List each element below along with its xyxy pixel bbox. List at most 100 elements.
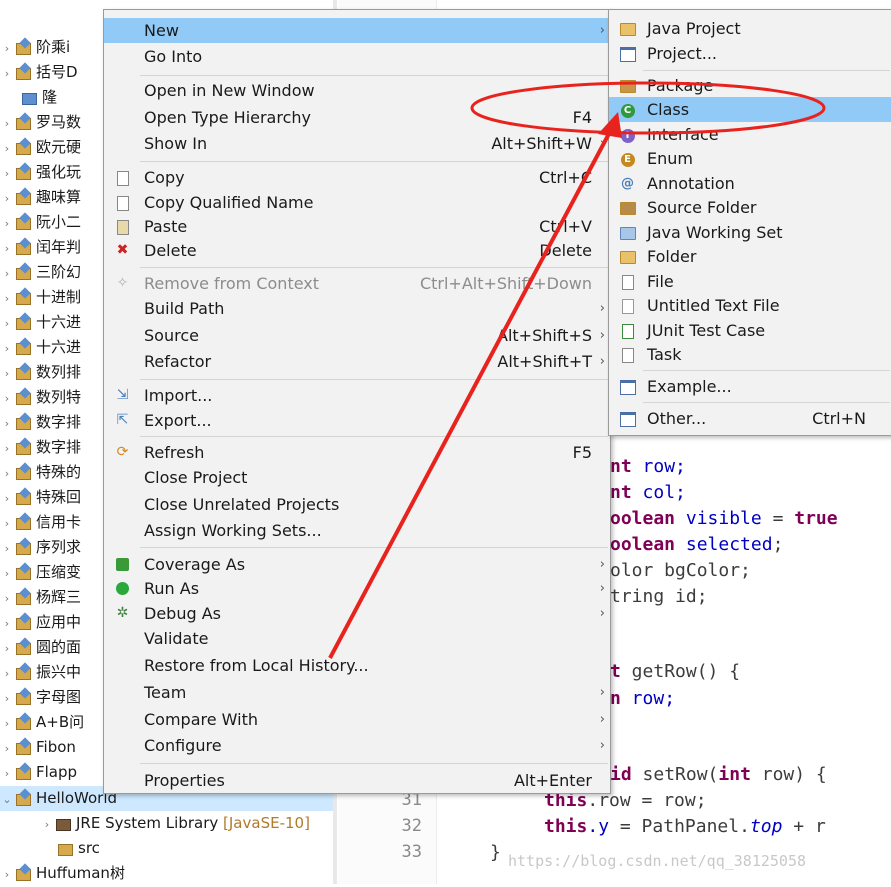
tree-row-project[interactable]: › 强化玩 [0,160,81,185]
expand-arrow-icon[interactable]: › [0,461,14,486]
expand-arrow-icon[interactable]: › [0,161,14,186]
tree-row-project[interactable]: › 括号D [0,60,78,85]
menu-item-debug-as[interactable]: ✲ Debug As › [104,601,610,626]
expand-arrow-icon[interactable]: › [0,511,14,536]
expand-arrow-icon[interactable]: › [0,61,14,86]
tree-row-project[interactable]: › 罗马数 [0,110,81,135]
tree-row-project[interactable]: › 趣味算 [0,185,81,210]
expand-arrow-icon[interactable]: › [0,636,14,661]
submenu-item-class[interactable]: C Class [609,97,891,122]
menu-item-validate[interactable]: Validate [104,626,610,651]
menu-item-copy-qualified-name[interactable]: Copy Qualified Name [104,190,610,215]
tree-row-project[interactable]: › 特殊的 [0,460,81,485]
submenu-item-folder[interactable]: Folder [609,244,891,269]
expand-arrow-icon[interactable]: › [0,411,14,436]
expand-arrow-icon[interactable]: › [0,686,14,711]
submenu-item-example[interactable]: Example... [609,374,891,399]
expand-arrow-icon[interactable]: › [0,661,14,686]
menu-item-refresh[interactable]: ⟳ Refresh F5 [104,440,610,465]
tree-row-project[interactable]: › 圆的面 [0,635,81,660]
tree-row-project[interactable]: › 序列求 [0,535,81,560]
tree-row-folder[interactable]: 隆 [20,85,57,110]
menu-item-assign-working-sets[interactable]: Assign Working Sets... [104,518,610,543]
submenu-item-untitled-text-file[interactable]: Untitled Text File [609,293,891,318]
menu-item-export[interactable]: ⇱ Export... [104,408,610,433]
expand-arrow-icon[interactable]: › [0,862,14,887]
submenu-item-java-working-set[interactable]: Java Working Set [609,220,891,245]
menu-item-copy[interactable]: Copy Ctrl+C [104,165,610,190]
tree-row-project[interactable]: › 字母图 [0,685,81,710]
collapse-arrow-icon[interactable]: ⌄ [0,787,14,812]
tree-row-src[interactable]: src [56,836,100,861]
tree-row-project[interactable]: › 闰年判 [0,235,81,260]
expand-arrow-icon[interactable]: › [0,711,14,736]
tree-row-project[interactable]: › 十六进 [0,310,81,335]
tree-row-project[interactable]: › 欧元硬 [0,135,81,160]
menu-item-configure[interactable]: Configure › [104,733,610,758]
submenu-item-task[interactable]: Task [609,342,891,367]
tree-row-project[interactable]: › 数字排 [0,410,81,435]
tree-row-project[interactable]: › Huffuman树 [0,861,125,886]
expand-arrow-icon[interactable]: › [0,36,14,61]
menu-item-show-in[interactable]: Show In Alt+Shift+W › [104,131,610,156]
menu-item-import[interactable]: ⇲ Import... [104,383,610,408]
expand-arrow-icon[interactable]: › [0,386,14,411]
menu-item-new[interactable]: New › [104,18,610,43]
menu-item-close-unrelated-projects[interactable]: Close Unrelated Projects [104,492,610,517]
tree-row-project[interactable]: › 应用中 [0,610,81,635]
expand-arrow-icon[interactable]: › [0,186,14,211]
menu-item-restore-from-local-history[interactable]: Restore from Local History... [104,653,610,678]
tree-row-project[interactable]: › 十六进 [0,335,81,360]
expand-arrow-icon[interactable]: › [0,436,14,461]
menu-item-go-into[interactable]: Go Into [104,44,610,69]
submenu-item-annotation[interactable]: @ Annotation [609,171,891,196]
tree-row-project[interactable]: › Fibon [0,735,76,760]
expand-arrow-icon[interactable]: › [0,361,14,386]
expand-arrow-icon[interactable]: › [0,761,14,786]
expand-arrow-icon[interactable]: › [0,311,14,336]
submenu-item-interface[interactable]: I Interface [609,122,891,147]
tree-row-project[interactable]: › 十进制 [0,285,81,310]
submenu-item-package[interactable]: Package [609,73,891,98]
tree-row-project[interactable]: › 三阶幻 [0,260,81,285]
expand-arrow-icon[interactable]: › [0,286,14,311]
menu-item-compare-with[interactable]: Compare With › [104,707,610,732]
menu-item-open-type-hierarchy[interactable]: Open Type Hierarchy F4 [104,105,610,130]
expand-arrow-icon[interactable]: › [0,111,14,136]
tree-row-project[interactable]: › 振兴中 [0,660,81,685]
tree-row-project[interactable]: › 数列特 [0,385,81,410]
menu-item-source[interactable]: Source Alt+Shift+S › [104,323,610,348]
menu-item-properties[interactable]: Properties Alt+Enter [104,768,610,793]
tree-row-project[interactable]: › 阮小二 [0,210,81,235]
expand-arrow-icon[interactable]: › [0,336,14,361]
tree-row-project[interactable]: › 压缩变 [0,560,81,585]
expand-arrow-icon[interactable]: › [0,586,14,611]
expand-arrow-icon[interactable]: › [40,812,54,837]
tree-row-jre[interactable]: › JRE System Library [JavaSE-10] [40,811,310,836]
menu-item-coverage-as[interactable]: Coverage As › [104,552,610,577]
expand-arrow-icon[interactable]: › [0,261,14,286]
submenu-item-project[interactable]: Project... [609,41,891,66]
menu-item-team[interactable]: Team › [104,680,610,705]
tree-row-project[interactable]: › 阶乘i [0,35,70,60]
menu-item-build-path[interactable]: Build Path › [104,296,610,321]
submenu-item-other[interactable]: Other... Ctrl+N [609,406,891,431]
submenu-item-junit-test-case[interactable]: JUnit Test Case [609,318,891,343]
submenu-item-source-folder[interactable]: Source Folder [609,195,891,220]
tree-row-project[interactable]: › 信用卡 [0,510,81,535]
menu-item-run-as[interactable]: Run As › [104,576,610,601]
tree-row-project[interactable]: › 杨辉三 [0,585,81,610]
expand-arrow-icon[interactable]: › [0,236,14,261]
tree-row-project[interactable]: › 特殊回 [0,485,81,510]
submenu-item-enum[interactable]: E Enum [609,146,891,171]
menu-item-delete[interactable]: ✖ Delete Delete [104,238,610,263]
tree-row-project[interactable]: › A+B问 [0,710,84,735]
menu-item-open-in-new-window[interactable]: Open in New Window [104,78,610,103]
tree-row-project[interactable]: ›数字排数字排 [0,435,81,460]
tree-row-project[interactable]: › 数列排 [0,360,81,385]
menu-item-refactor[interactable]: Refactor Alt+Shift+T › [104,349,610,374]
expand-arrow-icon[interactable]: › [0,736,14,761]
expand-arrow-icon[interactable]: › [0,486,14,511]
menu-item-close-project[interactable]: Close Project [104,465,610,490]
expand-arrow-icon[interactable]: › [0,611,14,636]
